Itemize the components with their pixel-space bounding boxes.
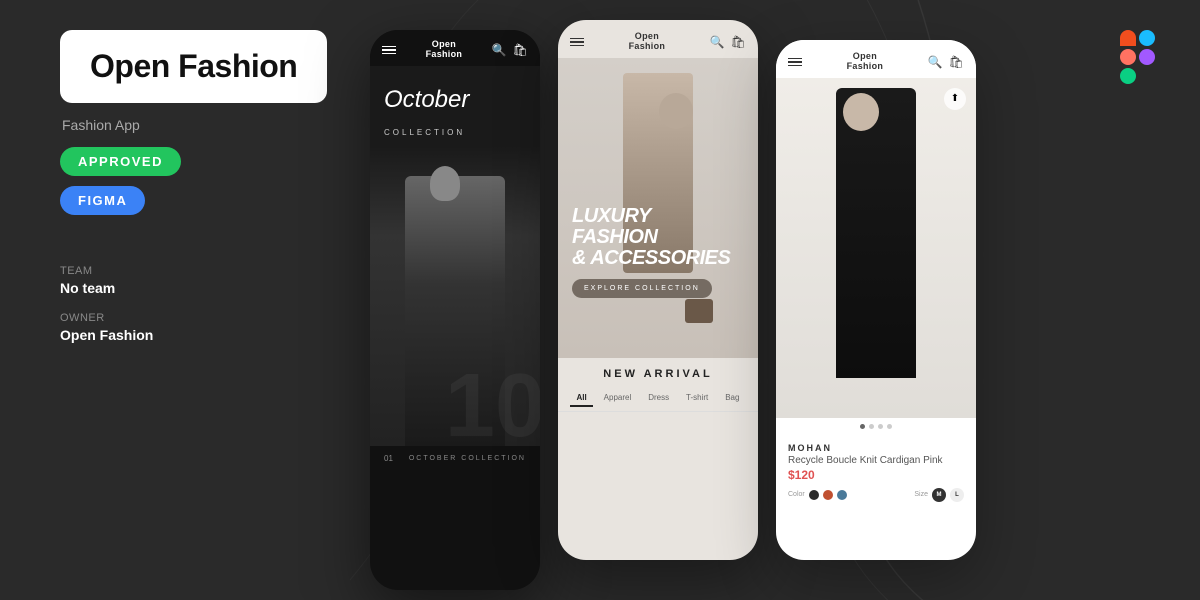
phone1-hamburger-icon xyxy=(382,46,396,55)
hamburger-line-3 xyxy=(382,53,396,55)
phone1-footer: 01 OCTOBER COLLECTION xyxy=(370,446,540,471)
phone3-search-icon: 🔍 xyxy=(928,55,943,69)
phone3-image-dots xyxy=(776,418,976,435)
meta-section: TEAM No team OWNER Open Fashion xyxy=(60,265,360,343)
phone3-nav: OpenFashion 🔍 🛍 xyxy=(776,40,976,78)
phone2-hamburger-icon xyxy=(570,38,584,47)
size-l[interactable]: L xyxy=(950,488,964,502)
dot-3 xyxy=(878,424,883,429)
phone2-brand-logo: OpenFashion xyxy=(629,32,666,52)
phone2-tabs: All Apparel Dress T-shirt Bag xyxy=(558,386,758,412)
phone2-hamburger-line-3 xyxy=(570,45,584,47)
phone-3-mockup: OpenFashion 🔍 🛍 ⬆ MOHAN Recycle Boucle xyxy=(776,40,976,560)
size-label: Size xyxy=(914,491,928,498)
phone3-hamburger-line-3 xyxy=(788,65,802,67)
phone1-big-number: 10 xyxy=(445,361,540,446)
phone3-share-icon[interactable]: ⬆ xyxy=(944,88,966,110)
phone3-hamburger-line-1 xyxy=(788,58,802,60)
phone3-brand-name: MOHAN xyxy=(788,443,964,453)
phone2-brand-text: OpenFashion xyxy=(629,32,666,52)
team-value: No team xyxy=(60,280,360,296)
phone-1-mockup: OpenFashion 🔍 🛍 October COLLECTION xyxy=(370,30,540,590)
team-label: TEAM xyxy=(60,265,360,277)
phone2-hero: LUXURYFASHION& ACCESSORIES EXPLORE COLLE… xyxy=(558,58,758,358)
phone1-brand-logo: OpenFashion xyxy=(426,40,463,60)
phone1-figure: 10 xyxy=(370,146,540,446)
phone1-hero-title: October xyxy=(384,86,469,115)
phone3-price: $120 xyxy=(788,468,964,482)
hamburger-line-1 xyxy=(382,46,396,48)
phone3-product-info: MOHAN Recycle Boucle Knit Cardigan Pink … xyxy=(776,435,976,510)
phone3-colors-row: Color Size M L xyxy=(788,488,964,502)
badge-approved[interactable]: APPROVED xyxy=(60,147,181,176)
phone2-luxury-text: LUXURYFASHION& ACCESSORIES xyxy=(572,206,744,269)
phone2-nav-icons: 🔍 🛍 xyxy=(710,35,746,49)
owner-label: OWNER xyxy=(60,312,360,324)
phone3-brand-logo: OpenFashion xyxy=(847,52,884,72)
phone2-tab-all[interactable]: All xyxy=(570,390,592,407)
title-box: Open Fashion xyxy=(60,30,327,103)
phone-2-mockup: OpenFashion 🔍 🛍 LUXURYFASHION& ACCESSORI… xyxy=(558,20,758,560)
phone2-hamburger-line-1 xyxy=(570,38,584,40)
phone2-tab-apparel[interactable]: Apparel xyxy=(598,390,638,407)
swatch-black[interactable] xyxy=(809,490,819,500)
phone3-product-image: ⬆ xyxy=(776,78,976,418)
badge-figma[interactable]: FIGMA xyxy=(60,186,145,215)
phone2-search-icon: 🔍 xyxy=(710,35,725,49)
phone2-hero-text: LUXURYFASHION& ACCESSORIES EXPLORE COLLE… xyxy=(572,206,744,298)
phone3-product-name: Recycle Boucle Knit Cardigan Pink xyxy=(788,455,964,466)
phone3-nav-icons: 🔍 🛍 xyxy=(928,55,964,69)
phone1-footer-label: OCTOBER COLLECTION xyxy=(409,455,526,462)
swatch-red[interactable] xyxy=(823,490,833,500)
phone3-color-swatches xyxy=(809,490,847,500)
phone3-cart-icon: 🛍 xyxy=(949,55,964,69)
phone2-new-arrival: NEW ARRIVAL xyxy=(558,358,758,386)
phone3-brand-text: OpenFashion xyxy=(847,52,884,72)
phone3-hamburger-line-2 xyxy=(788,61,802,63)
phone2-explore-btn[interactable]: EXPLORE COLLECTION xyxy=(572,279,712,298)
phone1-brand-text: OpenFashion xyxy=(426,40,463,60)
owner-value: Open Fashion xyxy=(60,327,360,343)
phone1-hero: October COLLECTION 10 xyxy=(370,66,540,446)
dot-1 xyxy=(860,424,865,429)
dot-2 xyxy=(869,424,874,429)
phone1-cart-icon: 🛍 xyxy=(513,43,528,57)
phone1-footer-num: 01 xyxy=(384,454,393,463)
swatch-blue[interactable] xyxy=(837,490,847,500)
phone1-nav: OpenFashion 🔍 🛍 xyxy=(370,30,540,66)
phone2-tab-bag[interactable]: Bag xyxy=(719,390,745,407)
app-title: Open Fashion xyxy=(90,48,297,85)
phone2-tab-dress[interactable]: Dress xyxy=(642,390,675,407)
left-panel: Open Fashion Fashion App APPROVED FIGMA … xyxy=(60,30,360,359)
phones-container: OpenFashion 🔍 🛍 October COLLECTION xyxy=(370,10,1150,590)
phone3-sizes: M L xyxy=(932,488,964,502)
app-category: Fashion App xyxy=(62,117,360,133)
phone3-hamburger-icon xyxy=(788,58,802,67)
phone1-nav-icons: 🔍 🛍 xyxy=(492,43,528,57)
dot-4 xyxy=(887,424,892,429)
phone2-tab-tshirt[interactable]: T-shirt xyxy=(680,390,714,407)
phone1-search-icon: 🔍 xyxy=(492,43,507,57)
phone2-cart-icon: 🛍 xyxy=(731,35,746,49)
color-label: Color xyxy=(788,491,805,498)
size-m-selected[interactable]: M xyxy=(932,488,946,502)
hamburger-line-2 xyxy=(382,49,396,51)
phone2-nav: OpenFashion 🔍 🛍 xyxy=(558,20,758,58)
phone1-hero-subtitle: COLLECTION xyxy=(384,128,465,137)
phone2-hamburger-line-2 xyxy=(570,41,584,43)
